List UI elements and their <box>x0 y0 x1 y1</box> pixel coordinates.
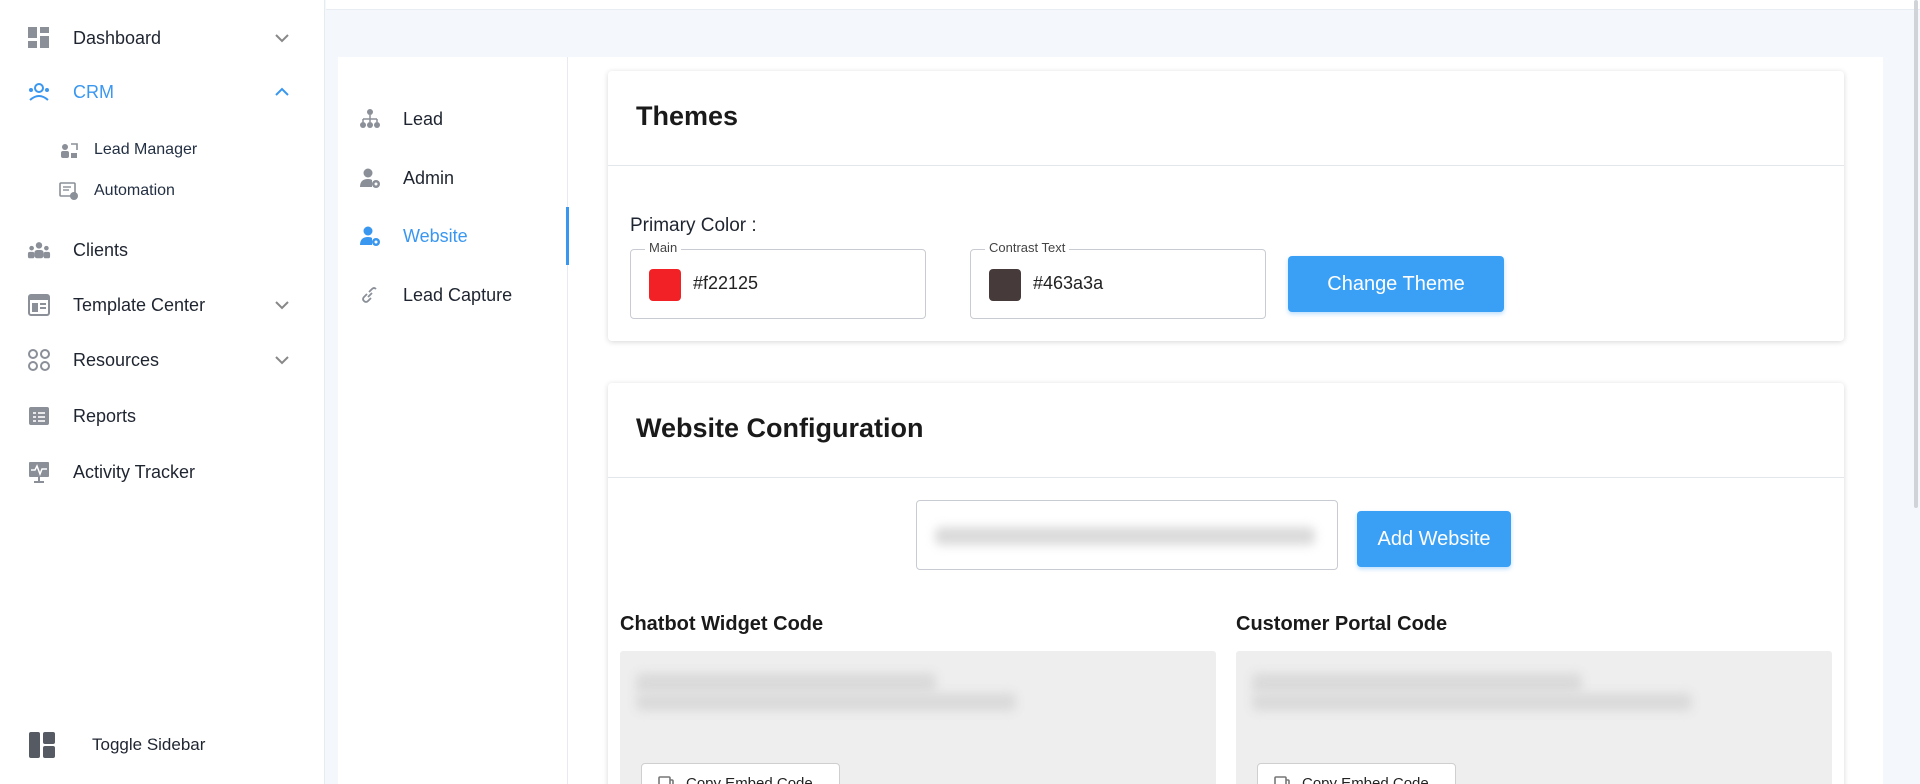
settings-panel: Lead Admin Website Lead Capture Themes P… <box>338 57 1883 784</box>
chevron-down-icon <box>275 301 289 310</box>
sidebar-item-label: Template Center <box>73 294 206 315</box>
subnav-item-admin[interactable]: Admin <box>338 155 568 201</box>
hierarchy-icon <box>358 107 382 131</box>
main-color-legend: Main <box>645 240 682 255</box>
sidebar-toggle-icon <box>28 731 56 759</box>
toggle-sidebar-label: Toggle Sidebar <box>92 735 206 754</box>
contrast-color-legend: Contrast Text <box>985 240 1070 255</box>
activity-icon <box>27 460 51 484</box>
blurred-code-line <box>636 673 936 693</box>
add-website-button[interactable]: Add Website <box>1357 511 1511 567</box>
blurred-code-line <box>1252 693 1692 711</box>
change-theme-button[interactable]: Change Theme <box>1288 256 1504 312</box>
subnav-item-label: Website <box>403 225 468 246</box>
portal-copy-embed-button[interactable]: Copy Embed Code <box>1257 763 1456 784</box>
contrast-color-swatch[interactable] <box>989 269 1021 301</box>
divider <box>608 165 1844 166</box>
toggle-sidebar-button[interactable]: Toggle Sidebar <box>28 729 205 761</box>
customer-portal-title: Customer Portal Code <box>1236 613 1448 635</box>
subnav-item-label: Lead Capture <box>403 284 513 305</box>
crm-icon <box>27 80 51 104</box>
website-config-card: Website Configuration Add Website Chatbo… <box>608 383 1844 784</box>
sidebar-subitem-label: Lead Manager <box>94 141 198 158</box>
subnav-item-lead[interactable]: Lead <box>338 96 568 142</box>
top-bar <box>326 0 1920 10</box>
sidebar-item-activity-tracker[interactable]: Activity Tracker <box>0 452 325 492</box>
admin-gear-icon <box>358 166 382 190</box>
sidebar-item-label: Activity Tracker <box>73 461 196 482</box>
reports-icon <box>27 404 51 428</box>
sidebar-item-label: Clients <box>73 239 129 260</box>
website-url-input[interactable] <box>916 500 1338 570</box>
copy-icon <box>1274 776 1290 784</box>
main-color-value: #f22125 <box>693 273 759 293</box>
website-user-icon <box>358 224 382 248</box>
link-icon <box>358 283 382 307</box>
copy-icon <box>658 776 674 784</box>
sidebar-subitem-automation[interactable]: Automation <box>58 177 175 205</box>
sidebar-item-dashboard[interactable]: Dashboard <box>0 18 325 58</box>
sidebar-item-clients[interactable]: Clients <box>0 230 325 270</box>
clients-icon <box>27 238 51 262</box>
themes-card: Themes Primary Color : Main #f22125 Cont… <box>608 71 1844 341</box>
contrast-color-value: #463a3a <box>1033 273 1104 293</box>
portal-code-box: Copy Embed Code <box>1236 651 1832 784</box>
automation-icon <box>58 180 80 202</box>
sidebar-item-template-center[interactable]: Template Center <box>0 285 325 325</box>
page-scrollbar[interactable] <box>1914 0 1918 508</box>
chatbot-widget-title: Chatbot Widget Code <box>620 613 824 635</box>
chevron-up-icon <box>275 87 289 96</box>
active-indicator <box>566 207 569 265</box>
sidebar-item-label: Dashboard <box>73 27 162 48</box>
subnav-item-lead-capture[interactable]: Lead Capture <box>338 272 568 318</box>
sidebar-item-label: CRM <box>73 81 114 102</box>
blurred-code-line <box>1252 673 1582 693</box>
sidebar-item-label: Reports <box>73 405 137 426</box>
chatbot-code-box: Copy Embed Code <box>620 651 1216 784</box>
chevron-down-icon <box>275 356 289 365</box>
dashboard-icon <box>27 26 51 50</box>
lead-manager-icon <box>58 139 80 161</box>
sidebar-subitem-label: Automation <box>94 182 175 199</box>
subnav-item-label: Admin <box>403 167 455 188</box>
contrast-color-field[interactable]: Contrast Text #463a3a <box>970 240 1266 319</box>
sidebar-item-label: Resources <box>73 349 160 370</box>
sidebar: Dashboard CRM Lead Manager Automation Cl… <box>0 0 325 784</box>
themes-title: Themes <box>636 101 739 131</box>
settings-subnav: Lead Admin Website Lead Capture <box>338 57 569 784</box>
chatbot-copy-embed-button[interactable]: Copy Embed Code <box>641 763 840 784</box>
sidebar-item-reports[interactable]: Reports <box>0 396 325 436</box>
resources-icon <box>27 348 51 372</box>
blurred-code-line <box>636 693 1016 711</box>
primary-color-label: Primary Color : <box>630 215 757 236</box>
subnav-item-website[interactable]: Website <box>338 207 569 265</box>
copy-embed-label: Copy Embed Code <box>686 775 813 784</box>
divider <box>608 477 1844 478</box>
main-color-field[interactable]: Main #f22125 <box>630 240 926 319</box>
main-color-swatch[interactable] <box>649 269 681 301</box>
template-icon <box>27 293 51 317</box>
website-config-title: Website Configuration <box>636 413 924 443</box>
subnav-item-label: Lead <box>403 108 444 129</box>
sidebar-item-resources[interactable]: Resources <box>0 340 325 380</box>
chevron-down-icon <box>275 34 289 43</box>
copy-embed-label: Copy Embed Code <box>1302 775 1429 784</box>
blurred-url-text <box>935 527 1315 545</box>
sidebar-item-crm[interactable]: CRM <box>0 72 325 112</box>
sidebar-subitem-lead-manager[interactable]: Lead Manager <box>58 136 197 164</box>
